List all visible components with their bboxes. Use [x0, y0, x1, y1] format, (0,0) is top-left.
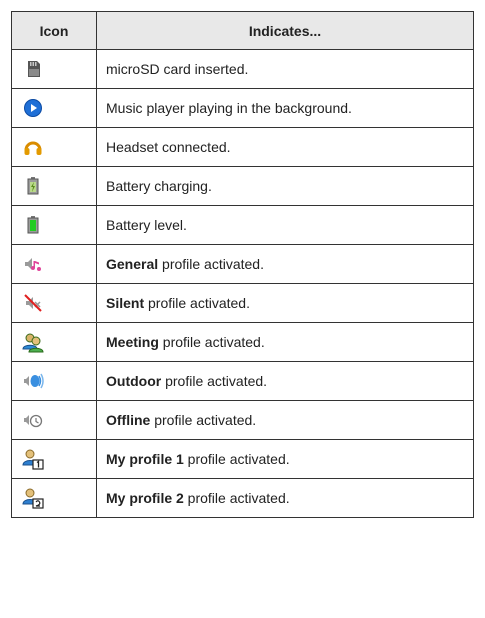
- table-row: Music player playing in the background.: [11, 88, 474, 128]
- table-row: Offline profile activated.: [11, 400, 474, 440]
- headset-icon: [22, 136, 44, 158]
- row-text: Meeting profile activated.: [96, 322, 474, 362]
- silent-profile-icon: [22, 292, 44, 314]
- row-text: Music player playing in the background.: [96, 88, 474, 128]
- row-text: Battery level.: [96, 205, 474, 245]
- outdoor-profile-icon: [22, 370, 44, 392]
- table-row: Battery charging.: [11, 166, 474, 206]
- table-row: Silent profile activated.: [11, 283, 474, 323]
- header-icon: Icon: [11, 11, 97, 50]
- general-profile-icon: [22, 253, 44, 275]
- row-text: Headset connected.: [96, 127, 474, 167]
- header-row: Icon Indicates...: [11, 11, 474, 50]
- table-row: My profile 2 profile activated.: [11, 478, 474, 518]
- row-text: My profile 1 profile activated.: [96, 439, 474, 479]
- row-text: My profile 2 profile activated.: [96, 478, 474, 518]
- row-text: Silent profile activated.: [96, 283, 474, 323]
- table-row: General profile activated.: [11, 244, 474, 284]
- meeting-profile-icon: [22, 331, 44, 353]
- table-row: Headset connected.: [11, 127, 474, 167]
- table-row: Meeting profile activated.: [11, 322, 474, 362]
- music-play-icon: [22, 97, 44, 119]
- row-text: Battery charging.: [96, 166, 474, 206]
- offline-profile-icon: [22, 409, 44, 431]
- row-text: General profile activated.: [96, 244, 474, 284]
- row-text: Offline profile activated.: [96, 400, 474, 440]
- table-row: Outdoor profile activated.: [11, 361, 474, 401]
- microsd-card-icon: [22, 58, 44, 80]
- my-profile-1-icon: [22, 448, 44, 470]
- row-text: microSD card inserted.: [96, 49, 474, 89]
- table-row: microSD card inserted.: [11, 49, 474, 89]
- table-row: Battery level.: [11, 205, 474, 245]
- table-row: My profile 1 profile activated.: [11, 439, 474, 479]
- my-profile-2-icon: [22, 487, 44, 509]
- row-text: Outdoor profile activated.: [96, 361, 474, 401]
- icon-table: Icon Indicates... microSD card inserted.…: [11, 11, 474, 518]
- battery-charging-icon: [22, 175, 44, 197]
- header-indicates: Indicates...: [96, 11, 474, 50]
- battery-level-icon: [22, 214, 44, 236]
